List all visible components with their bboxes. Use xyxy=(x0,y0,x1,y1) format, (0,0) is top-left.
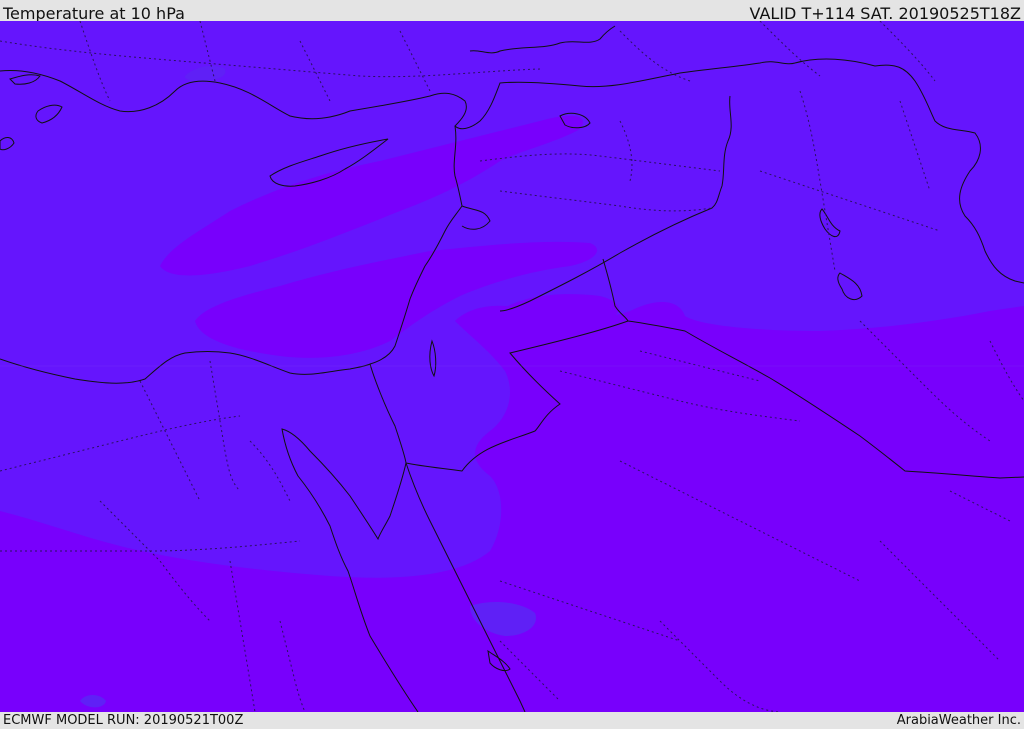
footer-bar: ECMWF MODEL RUN: 20190521T00Z ArabiaWeat… xyxy=(0,712,1024,729)
header-bar: Temperature at 10 hPa VALID T+114 SAT. 2… xyxy=(0,0,1024,23)
temperature-map[interactable] xyxy=(0,21,1024,712)
map-canvas xyxy=(0,21,1024,712)
credit-label: ArabiaWeather Inc. xyxy=(896,713,1021,728)
model-run-label: ECMWF MODEL RUN: 20190521T00Z xyxy=(3,713,244,728)
